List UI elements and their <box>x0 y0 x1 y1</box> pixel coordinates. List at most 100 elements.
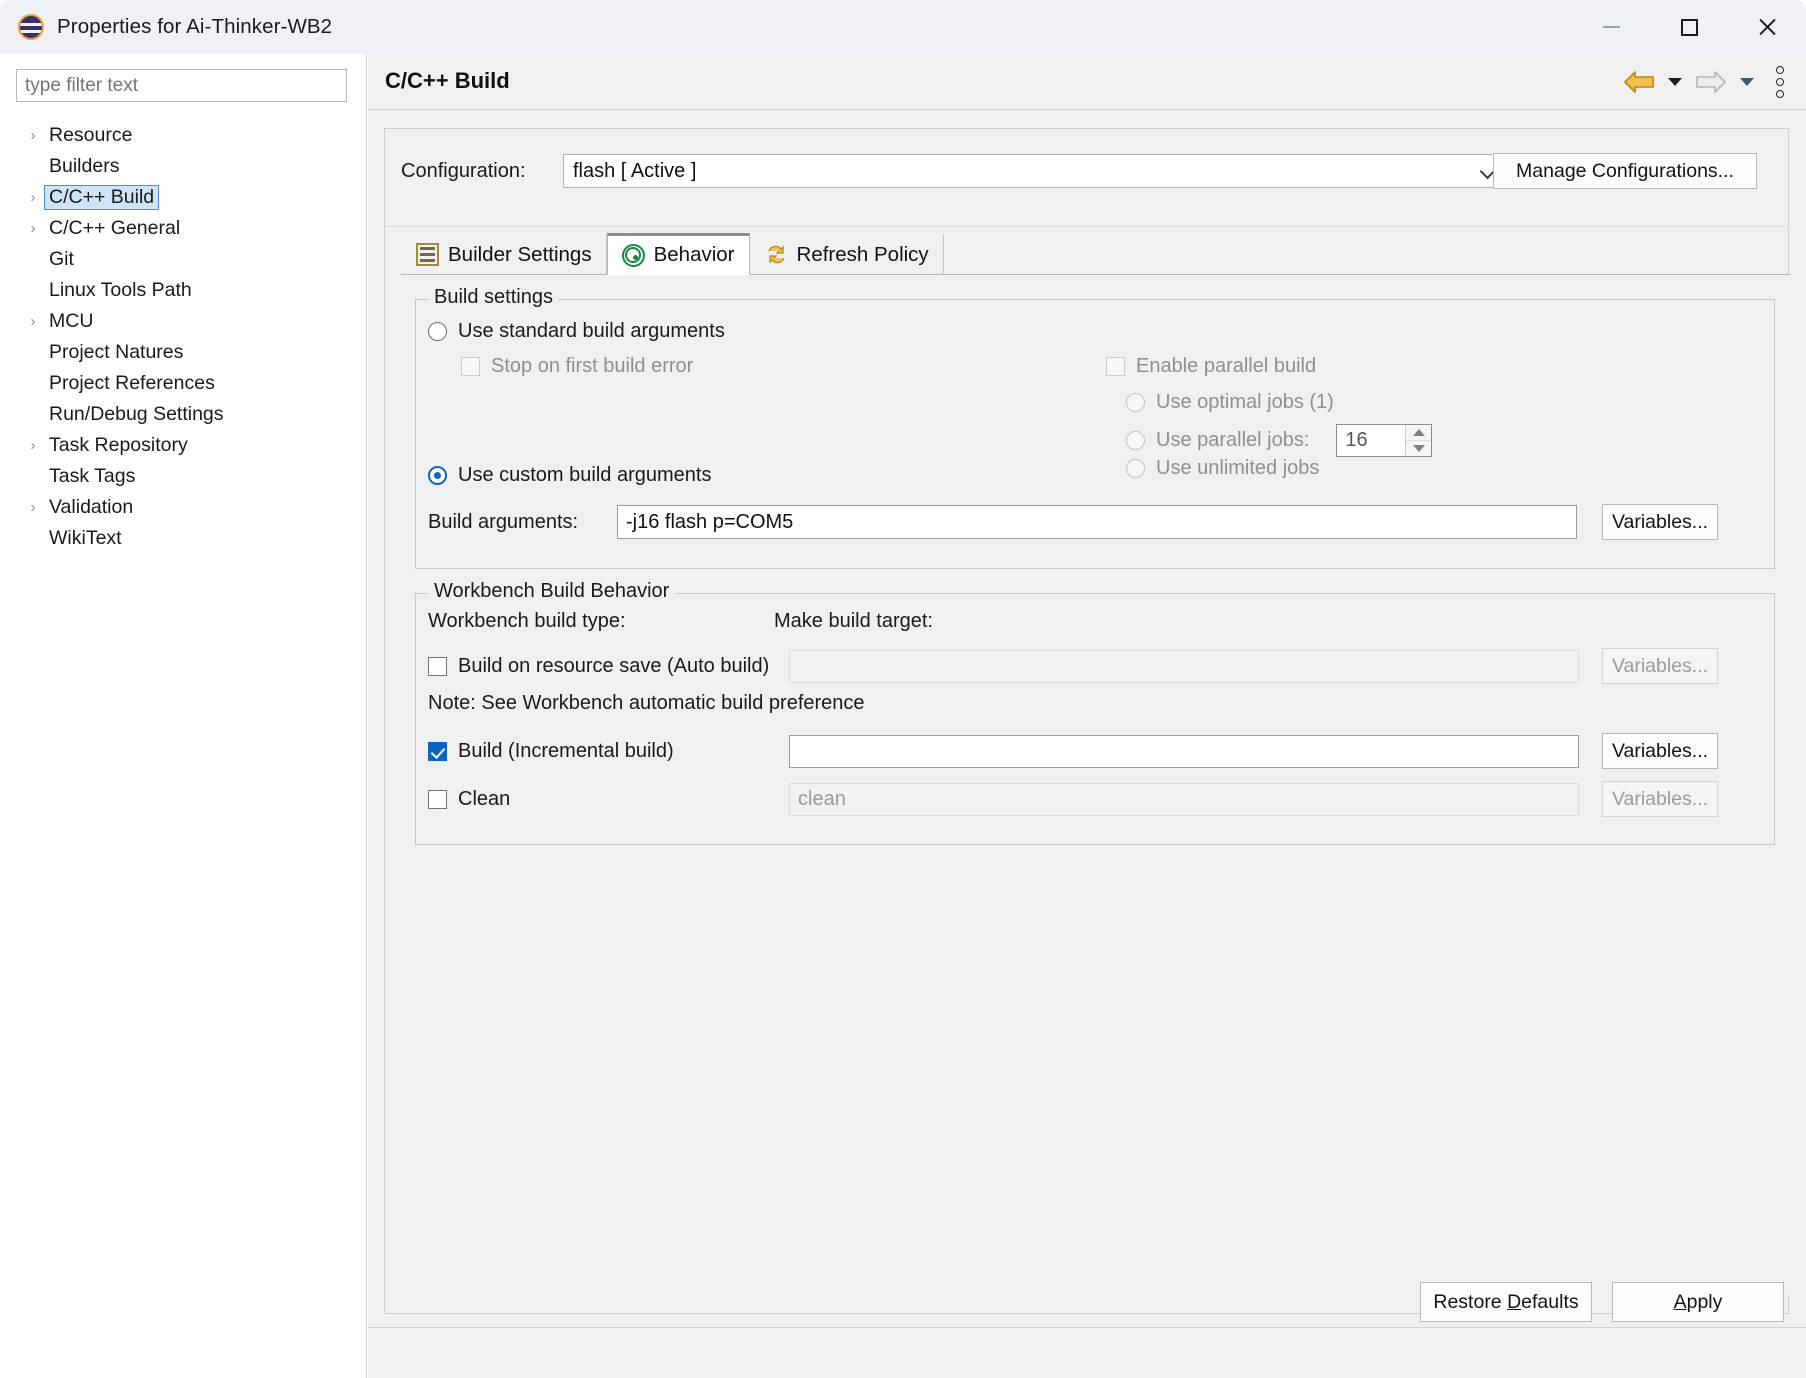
back-history-dropdown[interactable] <box>1662 62 1688 102</box>
header-divider <box>368 109 1806 110</box>
settings-navigation-panel: › Resource Builders › C/C++ Build › C/C+… <box>0 54 367 1378</box>
page-navigation-toolbar <box>1618 62 1798 102</box>
forward-history-dropdown[interactable] <box>1734 62 1760 102</box>
auto-build-row: Build on resource save (Auto build) Vari… <box>428 648 1758 684</box>
sidebar-item-label: C/C++ Build <box>44 185 160 210</box>
clean-build-target-input[interactable]: clean <box>789 782 1579 816</box>
sidebar-item-validation[interactable]: › Validation <box>0 492 367 523</box>
workbench-build-type-label-row: Workbench build type: <box>428 610 626 633</box>
back-button[interactable] <box>1618 62 1660 102</box>
enable-parallel-build-checkbox[interactable] <box>1106 357 1125 376</box>
use-parallel-jobs-row[interactable]: Use parallel jobs: 16 <box>1126 424 1433 457</box>
use-optimal-jobs-radio[interactable] <box>1126 393 1145 412</box>
sidebar-item-task-tags[interactable]: Task Tags <box>0 461 367 492</box>
use-optimal-jobs-label: Use optimal jobs (1) <box>1156 391 1334 413</box>
auto-build-target-input[interactable] <box>789 649 1579 683</box>
sidebar-item-label: Git <box>49 248 74 270</box>
clean-build-checkbox[interactable] <box>428 789 447 809</box>
manage-configurations-button[interactable]: Manage Configurations... <box>1493 153 1757 189</box>
restore-defaults-button[interactable]: Restore Defaults <box>1420 1282 1592 1322</box>
close-button[interactable] <box>1728 0 1806 54</box>
vertical-dots-menu-icon <box>1776 66 1784 74</box>
stepper-increment-button[interactable] <box>1406 425 1432 441</box>
use-parallel-jobs-label: Use parallel jobs: <box>1156 429 1310 451</box>
build-arguments-label: Build arguments: <box>428 510 579 533</box>
use-standard-build-arguments-label: Use standard build arguments <box>458 320 725 342</box>
filter-input[interactable] <box>16 69 347 102</box>
sidebar-item-label: C/C++ General <box>49 217 181 239</box>
page-menu-button[interactable] <box>1762 62 1798 102</box>
sidebar-item-cpp-general[interactable]: › C/C++ General <box>0 213 367 244</box>
use-parallel-jobs-radio[interactable] <box>1126 431 1145 450</box>
auto-build-variables-button[interactable]: Variables... <box>1602 648 1718 684</box>
sidebar-item-mcu[interactable]: › MCU <box>0 306 367 337</box>
stop-on-first-build-error-row[interactable]: Stop on first build error <box>461 355 693 378</box>
configuration-row: Configuration: flash [ Active ] Manage C… <box>401 153 1771 189</box>
settings-tree: › Resource Builders › C/C++ Build › C/C+… <box>0 120 367 554</box>
minimize-icon <box>1602 26 1620 28</box>
use-custom-build-arguments-radio[interactable] <box>428 466 447 485</box>
sidebar-item-label: WikiText <box>49 527 122 549</box>
use-standard-build-arguments-row[interactable]: Use standard build arguments <box>428 320 725 343</box>
sidebar-item-builders[interactable]: Builders <box>0 151 367 182</box>
builder-settings-icon <box>416 243 439 266</box>
use-unlimited-jobs-radio[interactable] <box>1126 459 1145 478</box>
incremental-build-target-input[interactable] <box>789 734 1579 768</box>
sidebar-item-wikitext[interactable]: WikiText <box>0 523 367 554</box>
auto-build-checkbox[interactable] <box>428 656 447 676</box>
forward-button[interactable] <box>1690 62 1732 102</box>
build-arguments-input[interactable]: -j16 flash p=COM5 <box>617 505 1577 539</box>
chevron-right-icon[interactable]: › <box>22 313 44 330</box>
sidebar-item-label: Builders <box>49 155 120 177</box>
tab-behavior[interactable]: Behavior <box>606 233 750 275</box>
use-unlimited-jobs-row[interactable]: Use unlimited jobs <box>1126 457 1319 480</box>
configuration-divider <box>386 226 1789 227</box>
parallel-jobs-stepper-buttons[interactable] <box>1405 425 1432 456</box>
make-build-target-label: Make build target: <box>774 610 933 632</box>
configuration-select[interactable]: flash [ Active ] <box>563 154 1505 188</box>
sidebar-item-linux-tools-path[interactable]: Linux Tools Path <box>0 275 367 306</box>
sidebar-item-project-references[interactable]: Project References <box>0 368 367 399</box>
chevron-right-icon[interactable]: › <box>22 189 44 206</box>
forward-arrow-icon <box>1696 71 1726 93</box>
tab-refresh-policy[interactable]: Refresh Policy <box>750 234 944 274</box>
incremental-build-checkbox[interactable] <box>428 741 447 761</box>
tab-builder-settings[interactable]: Builder Settings <box>401 234 607 274</box>
close-icon <box>1757 17 1777 37</box>
use-custom-build-arguments-row[interactable]: Use custom build arguments <box>428 464 711 487</box>
titlebar-left: Properties for Ai-Thinker-WB2 <box>0 14 332 40</box>
make-build-target-label-row: Make build target: <box>774 610 933 633</box>
chevron-down-icon <box>1668 78 1682 86</box>
window-title: Properties for Ai-Thinker-WB2 <box>57 15 333 38</box>
page-title: C/C++ Build <box>385 68 510 93</box>
settings-content-area: Configuration: flash [ Active ] Manage C… <box>384 128 1790 1314</box>
chevron-right-icon[interactable]: › <box>22 220 44 237</box>
chevron-right-icon[interactable]: › <box>22 127 44 144</box>
minimize-button[interactable] <box>1572 0 1650 54</box>
stepper-decrement-button[interactable] <box>1406 441 1432 456</box>
incremental-build-variables-button[interactable]: Variables... <box>1602 733 1718 769</box>
sidebar-item-resource[interactable]: › Resource <box>0 120 367 151</box>
tab-label: Refresh Policy <box>796 242 929 266</box>
incremental-build-label: Build (Incremental build) <box>458 739 674 762</box>
apply-button[interactable]: Apply <box>1612 1282 1784 1322</box>
sidebar-item-project-natures[interactable]: Project Natures <box>0 337 367 368</box>
sidebar-item-cpp-build[interactable]: › C/C++ Build <box>0 182 367 213</box>
stop-on-first-build-error-checkbox[interactable] <box>461 357 480 376</box>
sidebar-item-task-repository[interactable]: › Task Repository <box>0 430 367 461</box>
enable-parallel-build-row[interactable]: Enable parallel build <box>1106 355 1316 378</box>
use-standard-build-arguments-radio[interactable] <box>428 322 447 341</box>
settings-tabs: Builder Settings Behavior Refresh Policy <box>401 233 1790 275</box>
chevron-right-icon[interactable]: › <box>22 499 44 516</box>
parallel-jobs-stepper[interactable]: 16 <box>1336 424 1433 457</box>
maximize-button[interactable] <box>1650 0 1728 54</box>
build-settings-group-title: Build settings <box>428 286 559 309</box>
clean-build-variables-button[interactable]: Variables... <box>1602 781 1718 817</box>
vertical-dots-menu-icon <box>1776 90 1784 98</box>
chevron-right-icon[interactable]: › <box>22 437 44 454</box>
use-optimal-jobs-row[interactable]: Use optimal jobs (1) <box>1126 391 1334 414</box>
sidebar-item-run-debug-settings[interactable]: Run/Debug Settings <box>0 399 367 430</box>
sidebar-item-git[interactable]: Git <box>0 244 367 275</box>
incremental-build-row: Build (Incremental build) Variables... <box>428 733 1758 769</box>
build-arguments-variables-button[interactable]: Variables... <box>1602 504 1718 540</box>
